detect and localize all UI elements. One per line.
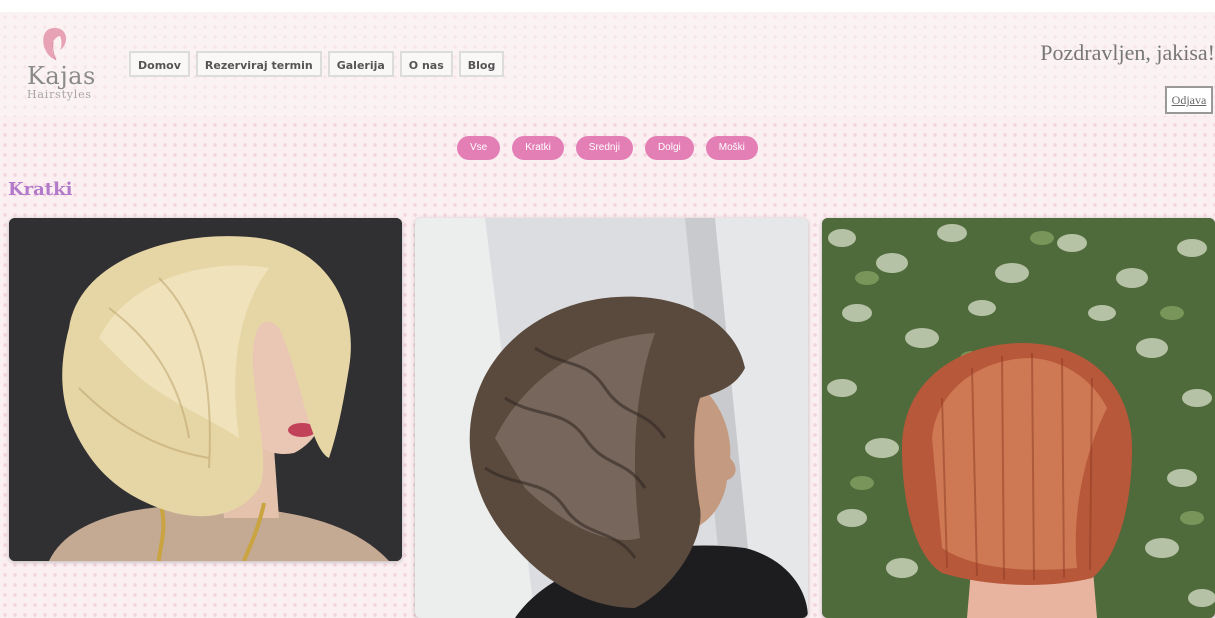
filter-long[interactable]: Dolgi xyxy=(644,136,694,160)
logo[interactable]: Kajas Hairstyles xyxy=(22,22,95,102)
gallery-image-2[interactable] xyxy=(415,218,808,618)
filter-medium[interactable]: Srednji xyxy=(575,136,633,160)
filter-short[interactable]: Kratki xyxy=(512,136,564,160)
nav-home[interactable]: Domov xyxy=(129,51,190,77)
category-filters: Vse Kratki Srednji Dolgi Moški xyxy=(457,136,758,160)
top-strip xyxy=(0,0,1215,12)
section-title: Kratki xyxy=(8,179,73,200)
nav-gallery[interactable]: Galerija xyxy=(327,51,394,77)
logout-button[interactable]: Odjava xyxy=(1165,86,1213,114)
gallery-image-3[interactable] xyxy=(822,218,1215,618)
user-greeting: Pozdravljen, jakisa! xyxy=(1040,40,1215,65)
gallery-image-1[interactable] xyxy=(9,218,402,561)
logo-name: Kajas xyxy=(27,62,96,90)
nav-about[interactable]: O nas xyxy=(399,51,453,77)
filter-men[interactable]: Moški xyxy=(705,136,758,160)
main-nav: Domov Rezerviraj termin Galerija O nas B… xyxy=(129,51,505,77)
nav-booking[interactable]: Rezerviraj termin xyxy=(195,51,322,77)
logo-tagline: Hairstyles xyxy=(27,88,92,101)
nav-blog[interactable]: Blog xyxy=(458,51,505,77)
filter-all[interactable]: Vse xyxy=(457,136,501,160)
logo-hair-icon xyxy=(43,28,67,61)
